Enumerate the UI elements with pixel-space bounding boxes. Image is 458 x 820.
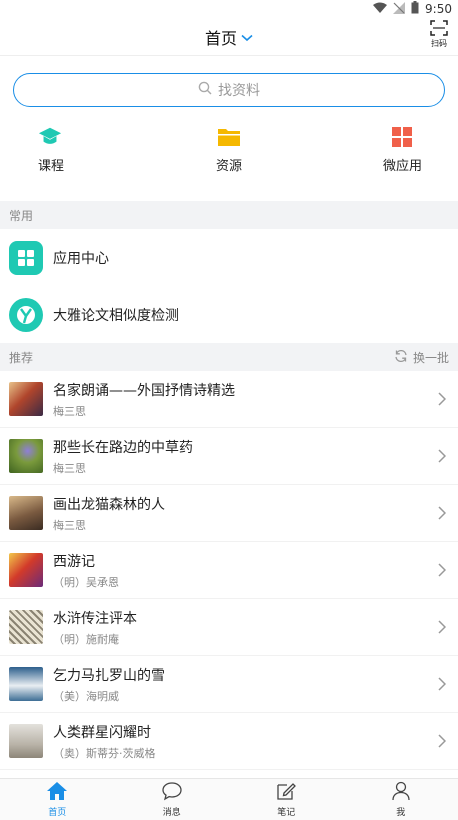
item-author: （奥）斯蒂芬·茨威格 <box>53 746 156 760</box>
scan-icon <box>430 20 448 38</box>
search-input[interactable]: 找资料 <box>13 73 445 107</box>
status-time: 9:50 <box>425 2 452 16</box>
grid-apps-icon <box>390 125 414 149</box>
list-item[interactable]: 乞力马扎罗山的雪 （美）海明威 <box>0 656 458 713</box>
recommend-list: 名家朗诵——外国抒情诗精选 梅三思 那些长在路边的中草药 梅三思 画出龙猫森林的… <box>0 371 458 770</box>
book-cover-thumbnail <box>9 610 43 644</box>
chevron-right-icon <box>435 449 449 463</box>
book-cover-thumbnail <box>9 496 43 530</box>
search-icon <box>198 81 212 99</box>
chevron-down-icon <box>241 27 253 46</box>
refresh-label: 换一批 <box>412 350 449 365</box>
wifi-icon <box>373 2 388 17</box>
item-title: 画出龙猫森林的人 <box>53 496 165 513</box>
item-title: 名家朗诵——外国抒情诗精选 <box>53 382 235 399</box>
page-title-dropdown[interactable]: 首页 <box>205 25 253 49</box>
list-item[interactable]: 名家朗诵——外国抒情诗精选 梅三思 <box>0 371 458 428</box>
item-title: 乞力马扎罗山的雪 <box>53 667 165 684</box>
quick-action-micro-app[interactable]: 微应用 <box>344 125 444 185</box>
book-cover-thumbnail <box>9 553 43 587</box>
item-author: （明）施耐庵 <box>53 632 119 646</box>
quick-action-label: 微应用 <box>382 159 422 174</box>
list-item[interactable]: 那些长在路边的中草药 梅三思 <box>0 428 458 485</box>
chevron-right-icon <box>435 392 449 406</box>
tab-messages[interactable]: 消息 <box>115 779 230 820</box>
signal-icon <box>393 1 406 17</box>
battery-icon <box>411 1 419 17</box>
profile-icon <box>390 781 412 804</box>
scan-button[interactable]: 扫码 <box>430 20 448 49</box>
quick-action-course[interactable]: 课程 <box>14 125 114 185</box>
section-title: 常用 <box>9 208 34 223</box>
app-center-icon <box>9 240 43 275</box>
book-cover-thumbnail <box>9 724 43 758</box>
section-header-recommend: 推荐 换一批 <box>0 343 458 371</box>
tab-notes[interactable]: 笔记 <box>229 779 344 820</box>
common-item-app-center[interactable]: 应用中心 <box>0 229 458 286</box>
bottom-tab-bar: 首页 消息 笔记 我 <box>0 778 458 820</box>
daya-check-icon <box>9 297 43 332</box>
home-icon <box>46 781 68 804</box>
item-title: 那些长在路边的中草药 <box>53 439 193 456</box>
scan-label: 扫码 <box>431 39 447 48</box>
quick-actions: 课程 资源 微应用 <box>0 125 458 185</box>
refresh-icon <box>394 349 408 366</box>
status-bar: 9:50 <box>0 0 458 18</box>
tab-label: 首页 <box>48 808 67 818</box>
item-title: 水浒传注评本 <box>53 610 137 627</box>
book-cover-thumbnail <box>9 382 43 416</box>
item-author: 梅三思 <box>53 461 86 475</box>
book-cover-thumbnail <box>9 439 43 473</box>
chevron-right-icon <box>435 734 449 748</box>
book-cover-thumbnail <box>9 667 43 701</box>
graduation-cap-icon <box>38 125 62 149</box>
item-author: 梅三思 <box>53 518 86 532</box>
list-item[interactable]: 水浒传注评本 （明）施耐庵 <box>0 599 458 656</box>
item-author: （明）吴承恩 <box>53 575 119 589</box>
chevron-right-icon <box>435 506 449 520</box>
common-item-label: 大雅论文相似度检测 <box>53 307 179 324</box>
message-icon <box>161 781 183 804</box>
common-item-label: 应用中心 <box>53 250 109 267</box>
note-icon <box>275 781 297 804</box>
item-title: 人类群星闪耀时 <box>53 724 151 741</box>
section-title: 推荐 <box>9 350 34 365</box>
section-header-common: 常用 <box>0 201 458 229</box>
tab-home[interactable]: 首页 <box>0 779 115 820</box>
refresh-button[interactable]: 换一批 <box>394 349 449 366</box>
chevron-right-icon <box>435 563 449 577</box>
chevron-right-icon <box>435 620 449 634</box>
common-item-daya-check[interactable]: 大雅论文相似度检测 <box>0 286 458 343</box>
top-bar: 首页 扫码 <box>0 18 458 56</box>
quick-action-resource[interactable]: 资源 <box>179 125 279 185</box>
tab-label: 笔记 <box>277 808 296 818</box>
quick-action-label: 课程 <box>38 159 65 174</box>
quick-action-label: 资源 <box>215 159 242 174</box>
folder-icon <box>217 125 241 149</box>
list-item[interactable]: 西游记 （明）吴承恩 <box>0 542 458 599</box>
tab-label: 我 <box>396 808 406 818</box>
list-item[interactable]: 画出龙猫森林的人 梅三思 <box>0 485 458 542</box>
tab-profile[interactable]: 我 <box>344 779 458 820</box>
list-item[interactable]: 人类群星闪耀时 （奥）斯蒂芬·茨威格 <box>0 713 458 770</box>
page-title: 首页 <box>204 28 237 48</box>
item-author: （美）海明威 <box>53 689 119 703</box>
item-title: 西游记 <box>53 553 95 570</box>
tab-label: 消息 <box>162 808 181 818</box>
search-placeholder: 找资料 <box>218 83 260 99</box>
item-author: 梅三思 <box>53 404 86 418</box>
chevron-right-icon <box>435 677 449 691</box>
